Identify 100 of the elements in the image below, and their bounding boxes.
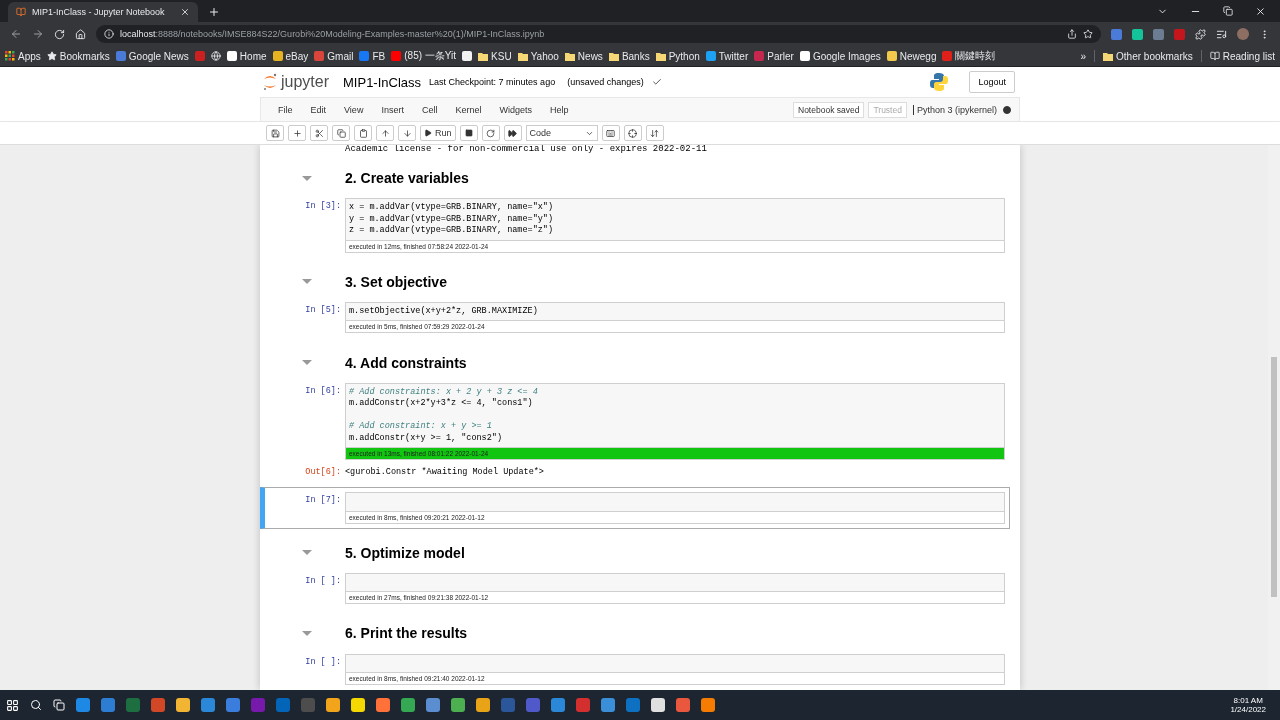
app-icon[interactable] (251, 698, 265, 712)
app-icon[interactable] (76, 698, 90, 712)
app-icon[interactable] (626, 698, 640, 712)
logout-button[interactable]: Logout (969, 71, 1015, 93)
app-icon[interactable] (501, 698, 515, 712)
windows-start-icon[interactable] (6, 698, 19, 712)
bookmark[interactable]: Twitter (705, 50, 749, 62)
paste-button[interactable] (354, 125, 372, 141)
share-icon[interactable] (1067, 29, 1077, 39)
save-button[interactable] (266, 125, 284, 141)
bookmark[interactable]: Gmail (314, 50, 354, 62)
new-tab-icon[interactable] (208, 6, 220, 18)
puzzle-icon[interactable] (1195, 28, 1206, 40)
pdf-icon[interactable] (1174, 28, 1185, 40)
extension-icon[interactable] (1153, 28, 1164, 40)
bookmark[interactable]: Yahoo (517, 50, 559, 62)
app-icon[interactable] (276, 698, 290, 712)
menu-item[interactable]: Insert (372, 104, 413, 115)
close-icon[interactable] (180, 7, 190, 17)
move-down-button[interactable] (398, 125, 416, 141)
translate-icon[interactable] (1111, 28, 1122, 40)
app-icon[interactable] (176, 698, 190, 712)
bookmark[interactable]: Banks (608, 50, 650, 62)
add-cell-button[interactable] (288, 125, 306, 141)
collapse-caret-icon[interactable] (302, 360, 312, 365)
bookmark[interactable]: Parler (754, 50, 794, 62)
crosshair-button[interactable] (623, 125, 642, 141)
app-icon[interactable] (151, 698, 165, 712)
cell-type-select[interactable]: Code (525, 125, 598, 141)
app-icon[interactable] (401, 698, 415, 712)
app-icon[interactable] (576, 698, 590, 712)
app-icon[interactable] (326, 698, 340, 712)
bookmark[interactable]: (85) 一条Yit (391, 49, 457, 63)
menu-item[interactable]: Help (540, 104, 578, 115)
grammar-icon[interactable] (1132, 28, 1143, 40)
task-view-icon[interactable] (53, 699, 65, 711)
bookmark[interactable]: Newegg (886, 50, 937, 62)
bookmark[interactable]: Home (226, 50, 267, 62)
cut-button[interactable] (310, 125, 328, 141)
bookmark-label: News (577, 50, 603, 62)
app-icon[interactable] (601, 698, 615, 712)
reading-list[interactable]: Reading list (1209, 50, 1275, 62)
app-icon[interactable] (676, 698, 690, 712)
menu-item[interactable]: File (269, 104, 302, 115)
keyboard-button[interactable] (601, 125, 620, 141)
clock-date: 1/24/2022 (1230, 705, 1266, 714)
copy-button[interactable] (332, 125, 350, 141)
bookmark[interactable]: Python (655, 50, 700, 62)
back-icon[interactable] (10, 28, 22, 40)
app-icon[interactable] (126, 698, 140, 712)
forward-icon[interactable] (32, 28, 44, 40)
bookmark[interactable]: Google News (115, 50, 189, 62)
more-bookmarks[interactable]: » (1080, 50, 1087, 62)
playlist-icon[interactable] (1216, 28, 1227, 40)
stop-button[interactable] (459, 125, 478, 141)
bookmark[interactable]: FB (359, 50, 386, 62)
app-icon[interactable] (451, 698, 465, 712)
app-icon[interactable] (426, 698, 440, 712)
collapse-caret-icon[interactable] (302, 175, 312, 181)
collapse-caret-icon[interactable] (302, 630, 312, 636)
profile-avatar[interactable] (1237, 28, 1249, 40)
menu-item[interactable]: View (335, 104, 373, 115)
menu-item[interactable]: Widgets (490, 104, 541, 115)
app-icon[interactable] (201, 698, 215, 712)
bookmark[interactable]: News (564, 50, 603, 62)
restart-button[interactable] (481, 125, 500, 141)
bookmark[interactable]: 關鍵時刻 (942, 49, 996, 63)
app-icon[interactable] (651, 698, 665, 712)
app-icon[interactable] (476, 698, 490, 712)
search-icon[interactable] (30, 699, 42, 711)
address-bar[interactable]: localhost:8888/notebooks/IMSE884S22/Gurobi%20Modeling-Examples-master%20(1)/MIP1-InClass.ipynb (96, 25, 1101, 43)
app-icon[interactable] (101, 698, 115, 712)
menu-item[interactable]: Cell (412, 104, 447, 115)
menu-item[interactable]: Kernel (446, 104, 491, 115)
app-icon[interactable] (226, 698, 240, 712)
menu-item[interactable]: Edit (301, 104, 336, 115)
app-icon[interactable] (351, 698, 365, 712)
bookmark[interactable]: eBay (272, 50, 309, 62)
collapse-caret-icon[interactable] (302, 279, 312, 285)
app-icon[interactable] (376, 698, 390, 712)
star-icon[interactable] (1083, 29, 1093, 39)
app-icon[interactable] (526, 698, 540, 712)
bookmark[interactable]: Bookmarks (46, 50, 110, 62)
jupyter-logo[interactable]: jupyter (262, 73, 330, 91)
reload-icon[interactable] (54, 28, 65, 40)
sort-button[interactable] (645, 125, 664, 141)
collapse-caret-icon[interactable] (302, 550, 312, 556)
move-up-button[interactable] (376, 125, 394, 141)
bookmark[interactable]: Google Images (799, 50, 881, 62)
home-icon[interactable] (75, 28, 86, 40)
restore-icon[interactable] (1223, 6, 1233, 16)
browser-tab[interactable]: MIP1-InClass - Jupyter Notebook (8, 2, 198, 22)
close-icon[interactable] (1255, 5, 1266, 17)
run-all-button[interactable] (503, 125, 522, 141)
run-button[interactable]: Run (420, 125, 456, 141)
app-icon[interactable] (551, 698, 565, 712)
bookmark[interactable]: Apps (5, 50, 41, 62)
bookmark[interactable]: KSU (478, 50, 512, 62)
app-icon[interactable] (701, 698, 715, 712)
notebook-name[interactable]: MIP1-InClass (343, 74, 422, 90)
